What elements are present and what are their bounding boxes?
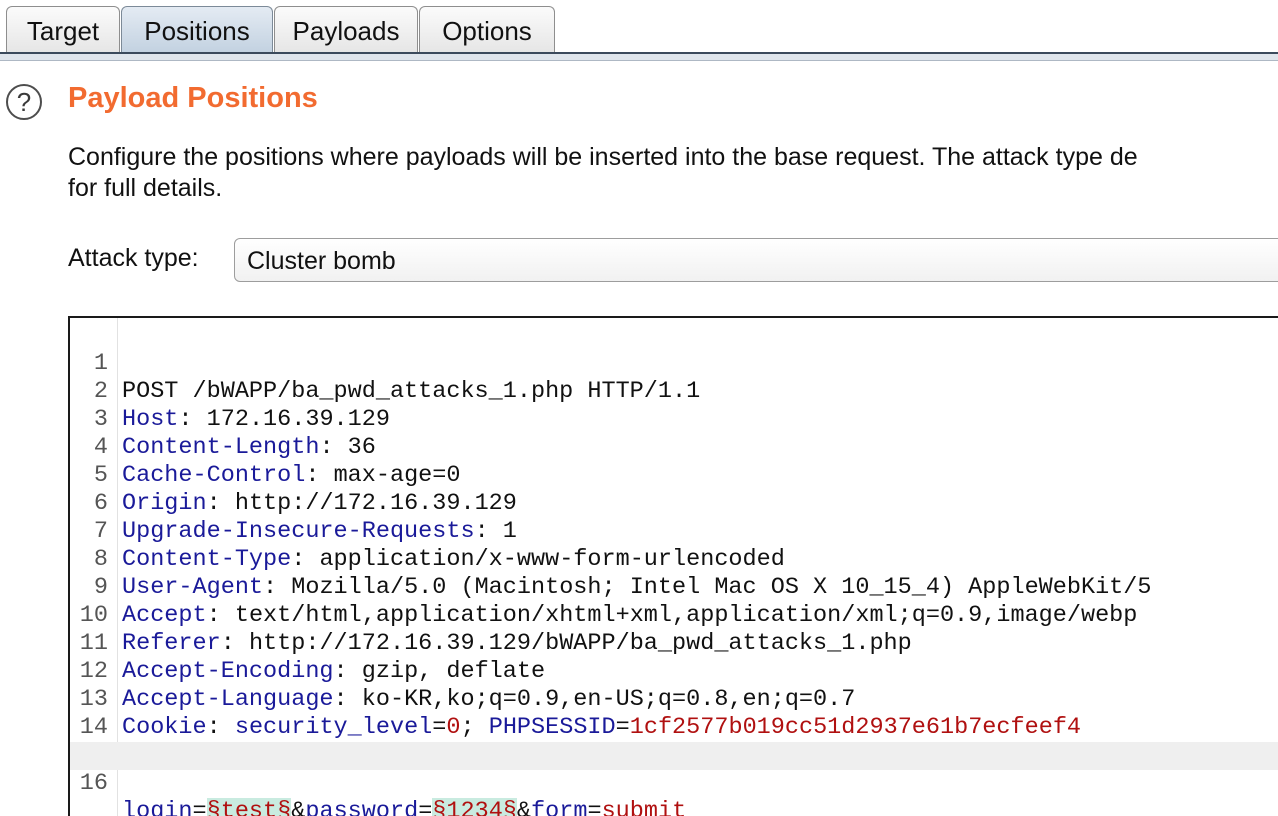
tab-divider-edge [0,60,1278,61]
blank-line: 15 [70,714,1278,769]
header-line: 2 Host: 172.16.39.129 [70,350,1278,433]
param-name: password [305,798,419,816]
description-line-2: for full details. [68,174,223,202]
description-line-1: Configure the positions where payloads w… [68,143,1138,171]
request-editor[interactable]: 1 POST /bWAPP/ba_pwd_attacks_1.php HTTP/… [68,316,1278,816]
param-name: form [531,798,588,816]
tab-payloads[interactable]: Payloads [274,6,418,52]
attack-type-select[interactable]: Cluster bomb [234,238,1278,282]
param-equals: = [418,798,433,816]
param-equals: = [192,798,207,816]
param-name: login [122,798,193,816]
header-line: 9 Accept: text/html,application/xhtml+xm… [70,546,1278,629]
help-icon[interactable]: ? [6,84,42,120]
header-line: 10 Referer: http://172.16.39.129/bWAPP/b… [70,574,1278,657]
attack-type-label: Attack type: [68,244,199,272]
body-line: 16 login=§test§&password=§1234§&form=sub… [70,742,1278,816]
section-title: Payload Positions [68,82,318,114]
request-line: 1 POST /bWAPP/ba_pwd_attacks_1.php HTTP/… [70,322,1278,405]
section-description: Configure the positions where payloads w… [68,142,1278,204]
payload-marker[interactable]: §test§ [206,798,292,816]
cookie-line: 13 Cookie: security_level=0; PHPSESSID=1… [70,658,1278,741]
tab-bar: Target Positions Payloads Options [0,0,1278,62]
header-line: 14 Connection: close [70,686,1278,769]
header-line: 12 Accept-Language: ko-KR,ko;q=0.9,en-US… [70,630,1278,713]
param-separator: & [291,798,306,816]
header-line: 8 User-Agent: Mozilla/5.0 (Macintosh; In… [70,518,1278,601]
line-number: 16 [79,770,108,797]
header-line: 5 Origin: http://172.16.39.129 [70,434,1278,517]
param-value: submit [601,798,687,816]
header-line: 11 Accept-Encoding: gzip, deflate [70,602,1278,685]
tab-options[interactable]: Options [419,6,555,52]
header-line: 4 Cache-Control: max-age=0 [70,406,1278,489]
param-separator: & [516,798,532,816]
header-line: 3 Content-Length: 36 [70,378,1278,461]
header-line: 6 Upgrade-Insecure-Requests: 1 [70,462,1278,545]
header-line: 7 Content-Type: application/x-www-form-u… [70,490,1278,573]
payload-marker[interactable]: §1234§ [432,798,517,816]
param-equals: = [587,798,602,816]
tab-positions[interactable]: Positions [121,6,273,52]
tab-target[interactable]: Target [6,6,120,52]
